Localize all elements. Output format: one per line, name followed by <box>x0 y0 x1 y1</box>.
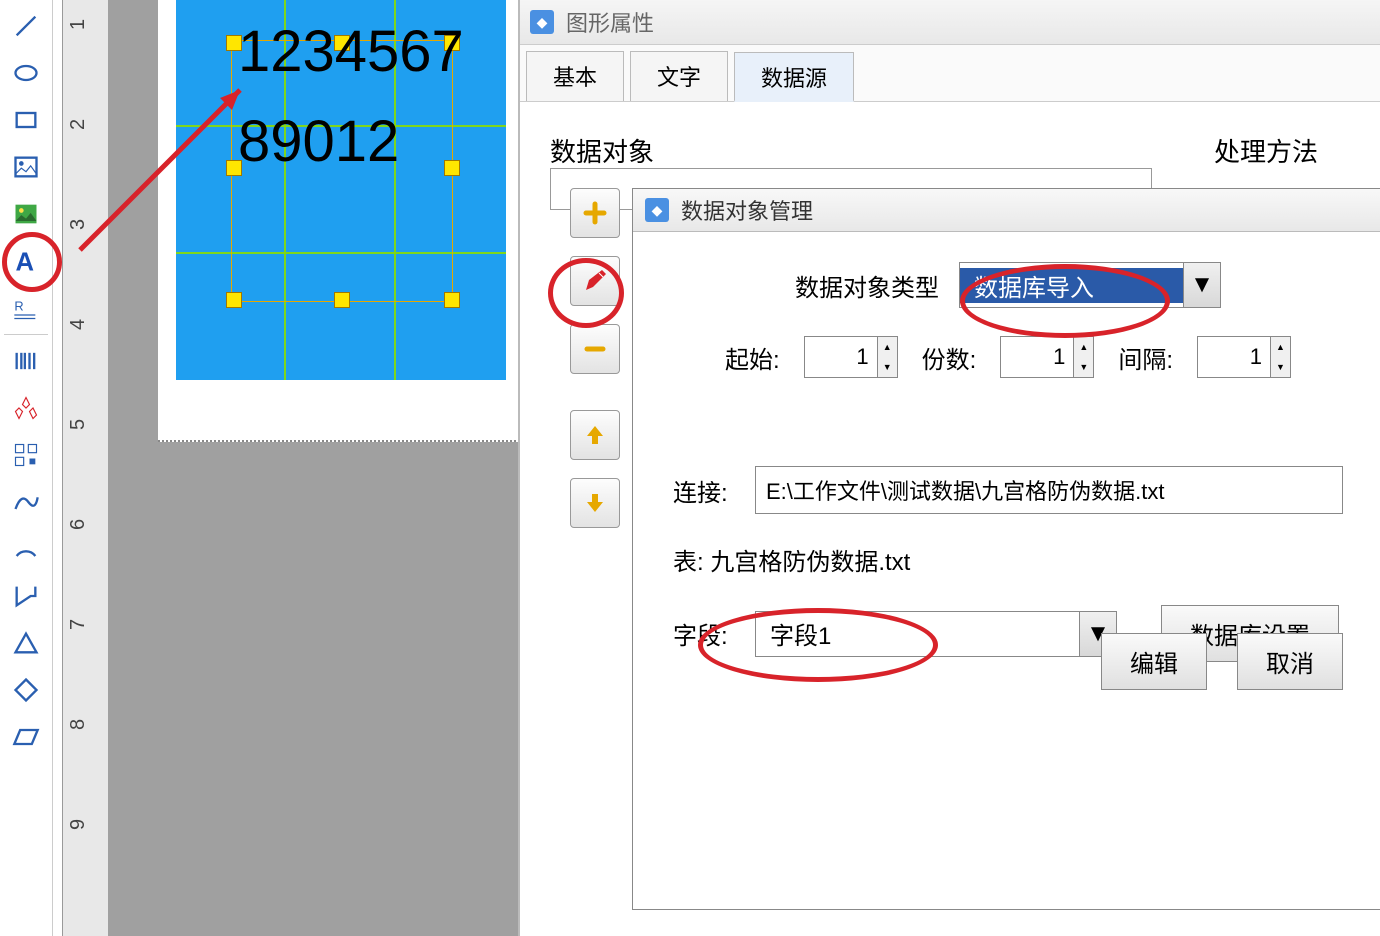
field-combo-value: 字段1 <box>756 616 1079 651</box>
spin-up-icon[interactable]: ▲ <box>1073 337 1093 357</box>
panel-icon: ◆ <box>530 10 554 34</box>
spin-up-icon[interactable]: ▲ <box>877 337 897 357</box>
connect-label: 连接: <box>673 473 743 508</box>
panel-title-text: 图形属性 <box>566 6 654 38</box>
spin-down-icon[interactable]: ▼ <box>877 357 897 377</box>
copies-spinner[interactable]: 1▲▼ <box>1000 336 1094 378</box>
canvas-text-line1: 1234567 <box>238 20 464 84</box>
properties-panel: ◆ 图形属性 基本 文字 数据源 数据对象 处理方法 ◆ 数据对象管理 <box>518 0 1380 936</box>
dialog-title-text: 数据对象管理 <box>681 194 813 226</box>
add-button[interactable] <box>570 188 620 238</box>
tool-image[interactable] <box>5 193 47 235</box>
canvas-area[interactable]: 1234567 89012 <box>108 0 518 936</box>
dialog-cancel-button[interactable]: 取消 <box>1237 633 1343 690</box>
tool-polygon[interactable] <box>5 575 47 617</box>
tool-parallelogram[interactable] <box>5 716 47 758</box>
type-combo[interactable]: 数据库导入 ▼ <box>959 262 1221 308</box>
dialog-edit-button[interactable]: 编辑 <box>1101 633 1207 690</box>
start-spinner[interactable]: 1▲▼ <box>804 336 898 378</box>
text-object[interactable]: 1234567 89012 <box>176 0 506 380</box>
tool-ellipse[interactable] <box>5 52 47 94</box>
type-combo-value: 数据库导入 <box>960 268 1183 303</box>
data-object-actions <box>570 188 622 546</box>
dialog-icon: ◆ <box>645 198 669 222</box>
section-data-object-label: 数据对象 <box>550 132 654 169</box>
tab-basic[interactable]: 基本 <box>526 51 624 101</box>
tool-line[interactable] <box>5 5 47 47</box>
connect-field[interactable]: E:\工作文件\测试数据\九宫格防伪数据.txt <box>755 466 1343 514</box>
tool-qrcode[interactable] <box>5 434 47 476</box>
panel-titlebar: ◆ 图形属性 <box>520 0 1380 45</box>
field-combo[interactable]: 字段1 ▼ <box>755 611 1117 657</box>
tool-palette: A R <box>0 0 53 936</box>
tool-triangle[interactable] <box>5 622 47 664</box>
tool-arc[interactable] <box>5 528 47 570</box>
vertical-ruler: 1 2 3 4 5 6 7 8 9 <box>62 0 110 936</box>
move-up-button[interactable] <box>570 410 620 460</box>
spin-up-icon[interactable]: ▲ <box>1270 337 1290 357</box>
tool-special-shape[interactable] <box>5 387 47 429</box>
chevron-down-icon[interactable]: ▼ <box>1183 263 1220 307</box>
tool-rect[interactable] <box>5 99 47 141</box>
section-method-label: 处理方法 <box>1214 132 1318 169</box>
tool-barcode[interactable] <box>5 340 47 382</box>
svg-text:A: A <box>16 248 35 275</box>
svg-text:R: R <box>14 298 23 313</box>
start-label: 起始: <box>725 340 780 375</box>
tab-datasource[interactable]: 数据源 <box>734 52 854 102</box>
edit-button[interactable] <box>570 256 620 306</box>
tool-diamond[interactable] <box>5 669 47 711</box>
page: 1234567 89012 <box>158 0 528 442</box>
canvas-text-line2: 89012 <box>238 110 399 174</box>
tabs: 基本 文字 数据源 <box>520 45 1380 102</box>
field-label: 字段: <box>673 616 743 651</box>
tool-picture-frame[interactable] <box>5 146 47 188</box>
move-down-button[interactable] <box>570 478 620 528</box>
spin-down-icon[interactable]: ▼ <box>1073 357 1093 377</box>
spin-down-icon[interactable]: ▼ <box>1270 357 1290 377</box>
tool-curve[interactable] <box>5 481 47 523</box>
table-label: 表: 九宫格防伪数据.txt <box>673 542 910 577</box>
remove-button[interactable] <box>570 324 620 374</box>
tab-text[interactable]: 文字 <box>630 51 728 101</box>
interval-spinner[interactable]: 1▲▼ <box>1197 336 1291 378</box>
interval-label: 间隔: <box>1118 340 1173 375</box>
tool-text[interactable]: A <box>5 240 47 282</box>
data-object-dialog: ◆ 数据对象管理 数据对象类型 数据库导入 ▼ 起始: 1▲▼ 份数: 1▲▼ … <box>632 188 1380 910</box>
tool-richtext[interactable]: R <box>5 287 47 329</box>
copies-label: 份数: <box>922 340 977 375</box>
type-label: 数据对象类型 <box>795 268 939 303</box>
dialog-titlebar: ◆ 数据对象管理 <box>633 189 1380 232</box>
